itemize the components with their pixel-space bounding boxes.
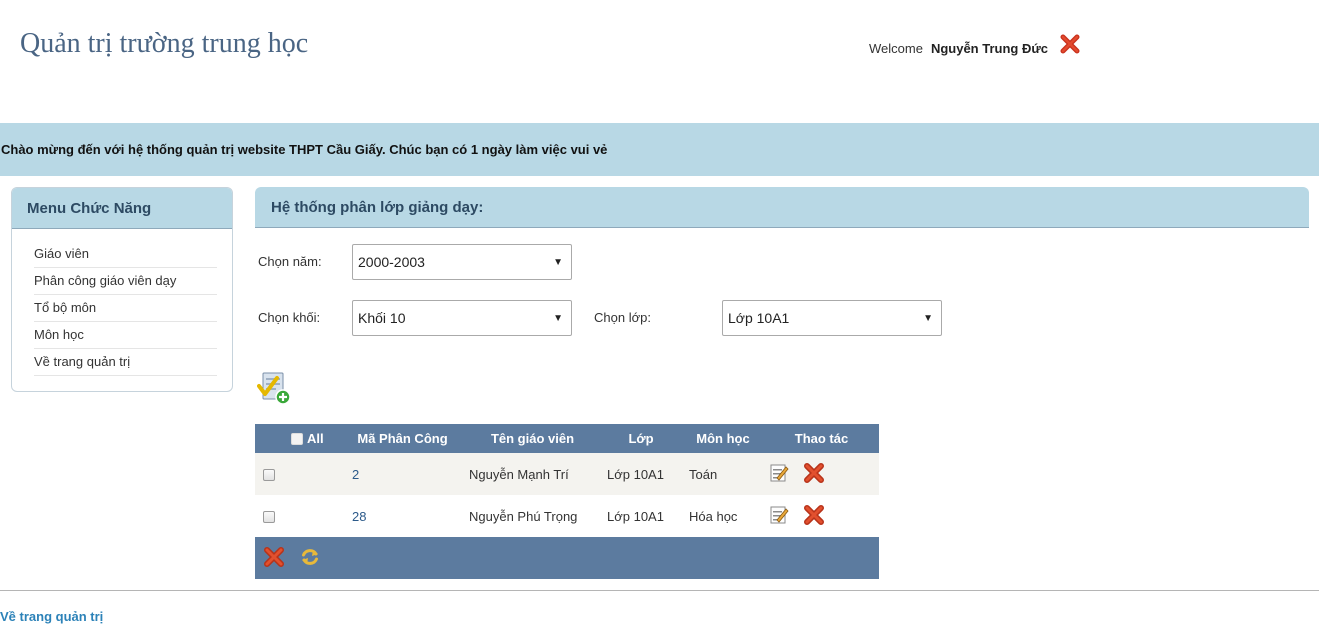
add-assignment-button[interactable] <box>257 370 291 406</box>
welcome-label: Welcome <box>869 40 923 56</box>
grade-select[interactable]: Khối 10 ▼ <box>352 300 572 336</box>
logout-close-icon[interactable] <box>1060 34 1080 54</box>
column-header-actions: Thao tác <box>764 424 879 453</box>
footer-admin-home-link[interactable]: Về trang quản trị <box>0 609 103 624</box>
assignment-table: All Mã Phân Công Tên giáo viên Lớp Môn h… <box>255 424 879 579</box>
column-header-subject: Môn học <box>682 424 764 453</box>
chevron-down-icon: ▼ <box>553 257 563 268</box>
table-row: 2 Nguyễn Mạnh Trí Lớp 10A1 Toán <box>255 453 879 495</box>
edit-icon[interactable] <box>769 463 789 486</box>
welcome-banner: Chào mừng đến với hệ thống quản trị webs… <box>0 123 1319 176</box>
sidebar-item-subjects[interactable]: Môn học <box>34 322 217 349</box>
column-header-class: Lớp <box>600 424 682 453</box>
select-all-header: All <box>255 424 340 453</box>
teacher-name: Nguyễn Mạnh Trí <box>465 453 600 495</box>
row-checkbox[interactable] <box>263 469 275 482</box>
refresh-icon[interactable] <box>299 546 321 571</box>
class-name: Lớp 10A1 <box>600 495 682 537</box>
select-all-label: All <box>307 431 324 447</box>
subject-name: Toán <box>682 453 764 495</box>
username: Nguyễn Trung Đức <box>930 40 1048 56</box>
sidebar-item-teacher-assignment[interactable]: Phân công giáo viên dạy <box>34 268 217 295</box>
class-select[interactable]: Lớp 10A1 ▼ <box>722 300 942 336</box>
row-checkbox[interactable] <box>263 511 275 524</box>
select-all-checkbox[interactable] <box>291 433 304 446</box>
add-document-icon <box>257 372 291 405</box>
banner-message: Chào mừng đến với hệ thống quản trị webs… <box>1 142 608 157</box>
year-label: Chọn năm: <box>258 254 322 269</box>
bulk-delete-icon[interactable] <box>263 546 285 571</box>
chevron-down-icon: ▼ <box>923 313 933 324</box>
chevron-down-icon: ▼ <box>553 313 563 324</box>
year-select-value: 2000-2003 <box>358 254 425 270</box>
site-title: Quản trị trường trung học <box>20 28 309 59</box>
sidebar-item-teachers[interactable]: Giáo viên <box>34 241 217 268</box>
assignment-id[interactable]: 2 <box>352 467 359 482</box>
table-row: 28 Nguyễn Phú Trọng Lớp 10A1 Hóa học <box>255 495 879 537</box>
column-header-teacher: Tên giáo viên <box>465 424 600 453</box>
table-header-row: All Mã Phân Công Tên giáo viên Lớp Môn h… <box>255 424 879 453</box>
sidebar-item-departments[interactable]: Tổ bộ môn <box>34 295 217 322</box>
grade-select-value: Khối 10 <box>358 310 406 326</box>
column-header-id: Mã Phân Công <box>340 424 465 453</box>
delete-icon[interactable] <box>803 462 825 487</box>
class-select-value: Lớp 10A1 <box>728 310 790 326</box>
teacher-name: Nguyễn Phú Trọng <box>465 495 600 537</box>
sidebar-menu: Menu Chức Năng Giáo viên Phân công giáo … <box>11 187 233 392</box>
sidebar-list: Giáo viên Phân công giáo viên dạy Tổ bộ … <box>12 241 232 376</box>
assignment-id[interactable]: 28 <box>352 509 366 524</box>
class-label: Chọn lớp: <box>594 310 651 325</box>
year-select[interactable]: 2000-2003 ▼ <box>352 244 572 280</box>
sidebar-title: Menu Chức Năng <box>12 188 232 229</box>
footer-divider <box>0 590 1319 591</box>
edit-icon[interactable] <box>769 505 789 528</box>
table-footer-row <box>255 537 879 579</box>
class-name: Lớp 10A1 <box>600 453 682 495</box>
subject-name: Hóa học <box>682 495 764 537</box>
delete-icon[interactable] <box>803 504 825 529</box>
panel-title: Hệ thống phân lớp giảng dạy: <box>255 187 1309 228</box>
grade-label: Chọn khối: <box>258 310 321 325</box>
sidebar-item-admin-home[interactable]: Về trang quản trị <box>34 349 217 376</box>
user-box: Welcome Nguyễn Trung Đức <box>869 34 1080 58</box>
